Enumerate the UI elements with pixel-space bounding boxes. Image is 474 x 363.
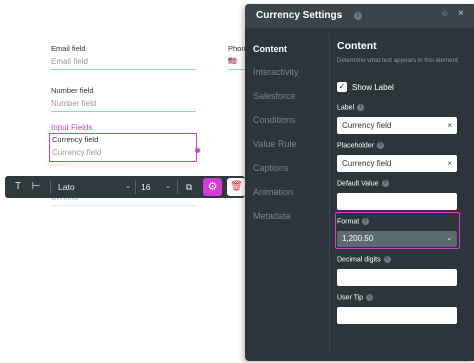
font-size-select[interactable]: 16 ⌄ bbox=[137, 179, 175, 195]
panel-header: Currency Settings ⌄ i ✥ × bbox=[245, 4, 474, 28]
nav-item-captions[interactable]: Captions bbox=[253, 163, 289, 173]
info-icon[interactable]: i bbox=[376, 142, 384, 149]
nav-item-interactivity[interactable]: Interactivity bbox=[253, 67, 299, 77]
user-tip-input[interactable] bbox=[337, 307, 457, 324]
number-field-input[interactable]: Number field bbox=[51, 96, 196, 110]
nav-item-content[interactable]: Content bbox=[253, 44, 287, 54]
content-title: Content bbox=[337, 40, 377, 52]
placeholder-input[interactable]: Currency field × bbox=[337, 155, 457, 172]
resize-handle[interactable] bbox=[195, 148, 200, 153]
currency-field-input[interactable]: Currency field bbox=[52, 148, 101, 157]
element-toolbar: T ⊢ Lato ⌄ 16 ⌄ ⧉ ⚙ 🗑 bbox=[5, 176, 246, 198]
label-field-title: Label i bbox=[337, 104, 365, 112]
label-input[interactable]: Currency field × bbox=[337, 117, 457, 134]
decimal-digits-field-title: Decimal digits i bbox=[337, 256, 391, 263]
settings-nav: Content Interactivity Salesforce Conditi… bbox=[245, 28, 330, 361]
open-external-icon[interactable]: ⧉ bbox=[182, 179, 196, 195]
chevron-down-icon: ⌄ bbox=[165, 183, 171, 190]
nav-item-value-rule[interactable]: Value Rule bbox=[253, 139, 296, 149]
delete-button[interactable]: 🗑 bbox=[227, 178, 246, 196]
number-field-underline bbox=[51, 111, 196, 112]
email-field-input[interactable]: Email field bbox=[51, 54, 196, 68]
email-field[interactable]: Email field Email field bbox=[51, 44, 196, 70]
nav-divider bbox=[329, 34, 330, 354]
user-tip-title-text: User Tip bbox=[337, 294, 364, 302]
decimal-digits-input[interactable] bbox=[337, 269, 457, 286]
currency-field-label: Currency field bbox=[52, 135, 99, 144]
default-value-input[interactable] bbox=[337, 193, 457, 210]
show-label-text: Show Label bbox=[352, 83, 394, 92]
email-field-label: Email field bbox=[51, 44, 86, 53]
placeholder-title-text: Placeholder bbox=[337, 142, 374, 150]
close-icon[interactable]: × bbox=[458, 8, 464, 19]
info-icon[interactable]: i bbox=[354, 12, 362, 20]
toolbar-divider bbox=[135, 180, 136, 194]
info-icon[interactable]: i bbox=[357, 104, 365, 111]
panel-title[interactable]: Currency Settings bbox=[256, 10, 342, 21]
show-label-checkbox[interactable]: ✓ bbox=[337, 82, 347, 92]
default-value-field-title: Default Value i bbox=[337, 180, 389, 187]
trash-icon: 🗑 bbox=[230, 181, 243, 192]
info-icon[interactable]: i bbox=[366, 294, 374, 301]
input-fields-group-title: Input Fields bbox=[51, 123, 93, 132]
text-icon[interactable]: T bbox=[11, 179, 25, 195]
font-family-select[interactable]: Lato ⌄ bbox=[53, 179, 135, 195]
toolbar-divider bbox=[50, 180, 51, 194]
currency-settings-panel: Currency Settings ⌄ i ✥ × Content Intera… bbox=[245, 4, 474, 361]
nav-item-salesforce[interactable]: Salesforce bbox=[253, 91, 296, 101]
font-family-value: Lato bbox=[58, 182, 75, 192]
number-field[interactable]: Number field Number field bbox=[51, 86, 196, 112]
drag-handle-icon[interactable]: ✥ bbox=[441, 9, 449, 20]
clear-icon[interactable]: × bbox=[447, 117, 452, 134]
number-field-label: Number field bbox=[51, 86, 94, 95]
decimal-digits-title-text: Decimal digits bbox=[337, 256, 381, 264]
nav-item-animation[interactable]: Animation bbox=[253, 187, 293, 197]
nav-item-conditions[interactable]: Conditions bbox=[253, 115, 296, 125]
settings-gear-button[interactable]: ⚙ bbox=[203, 178, 222, 196]
info-icon[interactable]: i bbox=[383, 256, 391, 263]
font-size-value: 16 bbox=[141, 182, 151, 192]
placeholder-field-title: Placeholder i bbox=[337, 142, 384, 149]
label-input-value: Currency field bbox=[342, 121, 392, 130]
nav-item-metadata[interactable]: Metadata bbox=[253, 211, 291, 221]
gear-icon: ⚙ bbox=[207, 181, 218, 193]
email-field-underline bbox=[51, 69, 196, 70]
format-highlight bbox=[335, 212, 460, 249]
content-description: Determine what text appears in this elem… bbox=[337, 57, 460, 64]
default-value-title-text: Default Value bbox=[337, 180, 379, 188]
chevron-down-icon: ⌄ bbox=[125, 183, 131, 190]
clear-icon[interactable]: × bbox=[447, 155, 452, 172]
placeholder-input-value: Currency field bbox=[342, 159, 392, 168]
user-tip-field-title: User Tip i bbox=[337, 294, 374, 302]
info-icon[interactable]: i bbox=[381, 180, 389, 187]
panel-scrollbar[interactable] bbox=[465, 32, 469, 357]
toolbar-divider bbox=[177, 180, 178, 194]
align-icon[interactable]: ⊢ bbox=[29, 179, 43, 195]
url-field-underline bbox=[51, 205, 196, 206]
label-title-text: Label bbox=[337, 104, 355, 112]
chevron-down-icon[interactable]: ⌄ bbox=[337, 10, 344, 19]
